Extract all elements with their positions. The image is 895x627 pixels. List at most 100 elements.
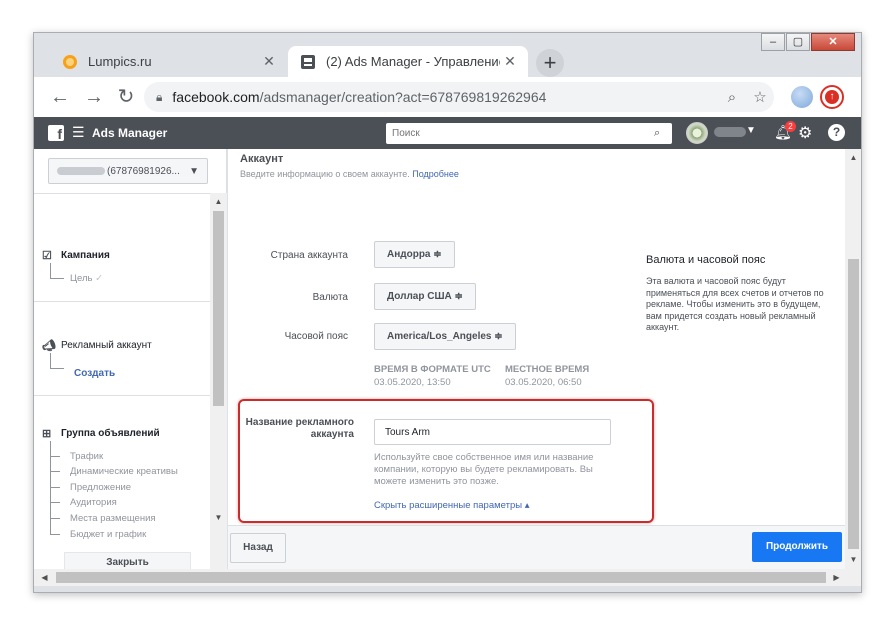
utc-time-value: 03.05.2020, 13:50 <box>374 377 451 388</box>
main-content: Аккаунт Введите информацию о своем аккау… <box>228 149 845 525</box>
sidebar-sub-dynamic-creative[interactable]: Динамические креативы <box>70 466 178 477</box>
tree-tick <box>50 502 60 503</box>
timezone-select[interactable]: America/Los_Angeles ≑ <box>374 323 516 350</box>
scroll-up-icon[interactable]: ▲ <box>845 151 861 165</box>
megaphone-icon: 📣︎ <box>42 340 56 352</box>
facebook-logo-icon[interactable]: f <box>48 125 64 142</box>
forward-arrow-icon[interactable]: → <box>82 85 106 109</box>
reload-icon[interactable]: ↻ <box>114 85 138 109</box>
new-tab-button[interactable]: + <box>536 49 564 77</box>
tree-tick <box>50 456 60 457</box>
close-window-button[interactable]: ✕ <box>811 33 855 51</box>
user-name-redacted[interactable] <box>714 127 746 137</box>
utc-time-label: ВРЕМЯ В ФОРМАТЕ UTC <box>374 364 491 375</box>
user-avatar[interactable] <box>686 122 708 144</box>
scroll-left-icon[interactable]: ◀ <box>36 569 53 586</box>
continue-button[interactable]: Продолжить <box>752 532 842 562</box>
url-text[interactable]: facebook.com/adsmanager/creation?act=678… <box>172 89 718 105</box>
profile-avatar[interactable] <box>791 86 813 108</box>
country-label: Страна аккаунта <box>270 250 348 261</box>
divider <box>34 193 210 194</box>
divider <box>34 301 210 302</box>
browser-window: Lumpics.ru ✕ (2) Ads Manager - Управлени… <box>33 32 862 593</box>
scrollbar-thumb[interactable] <box>56 572 826 583</box>
sidebar-sub-goal[interactable]: Цель ✓ <box>70 273 103 284</box>
window-controls: – ▢ ✕ <box>760 33 855 51</box>
checkbox-checked-icon: ☑ <box>42 250 52 262</box>
tree-tick <box>50 518 60 519</box>
tab-close-icon[interactable]: ✕ <box>259 53 279 70</box>
chevron-down-icon[interactable]: ▼ <box>746 125 756 136</box>
app-title: Ads Manager <box>92 126 168 140</box>
header-search: ⌕ <box>386 123 672 144</box>
chevron-down-icon: ▼ <box>189 165 199 177</box>
local-time-value: 03.05.2020, 06:50 <box>505 377 582 388</box>
sidebar-item-ad-account[interactable]: 📣︎ Рекламный аккаунт <box>42 339 152 353</box>
tab-close-icon[interactable]: ✕ <box>500 53 520 70</box>
gear-icon[interactable]: ⚙ <box>798 123 812 143</box>
footer-bar: Назад Продолжить <box>228 525 845 569</box>
scrollbar-corner <box>845 569 861 586</box>
tab-lumpics[interactable]: Lumpics.ru ✕ <box>50 46 287 77</box>
learn-more-link[interactable]: Подробнее <box>412 169 459 179</box>
lock-icon: 🔒︎ <box>156 89 163 104</box>
currency-select[interactable]: Доллар США ≑ <box>374 283 476 310</box>
sidebar-sub-traffic[interactable]: Трафик <box>70 451 103 462</box>
currency-timezone-text: Эта валюта и часовой пояс будут применят… <box>646 276 824 332</box>
sidebar-scrollbar[interactable]: ▲ ▼ <box>210 193 227 569</box>
main-scrollbar[interactable]: ▲ ▼ <box>845 149 861 569</box>
help-icon[interactable]: ? <box>828 124 845 141</box>
back-button[interactable]: Назад <box>230 533 286 563</box>
tree-tick <box>50 487 60 488</box>
hide-advanced-link[interactable]: Скрыть расширенные параметры ▴ <box>374 500 530 511</box>
extension-icon[interactable]: ↑ <box>820 85 844 109</box>
currency-label: Валюта <box>312 292 348 303</box>
divider <box>34 395 210 396</box>
country-select[interactable]: Андорра ≑ <box>374 241 455 268</box>
scrollbar-thumb[interactable] <box>213 211 224 406</box>
account-name-input[interactable] <box>374 419 611 445</box>
timezone-label: Часовой пояс <box>284 331 348 342</box>
browser-toolbar: ← → ↻ 🔒︎ facebook.com/adsmanager/creatio… <box>34 77 861 117</box>
sidebar-item-ad-set[interactable]: ⊞ Группа объявлений <box>42 427 160 441</box>
scroll-down-icon[interactable]: ▼ <box>845 553 861 567</box>
ads-manager-header: f ☰ Ads Manager ⌕ ▼ 🔔︎ 2 ⚙ ? <box>34 117 861 149</box>
account-id: (67876981926... <box>107 165 180 177</box>
search-input[interactable] <box>386 128 654 139</box>
sidebar-sub-create[interactable]: Создать <box>74 368 115 379</box>
tree-line <box>50 353 64 369</box>
grid-icon: ⊞ <box>42 428 52 440</box>
sidebar-sub-budget[interactable]: Бюджет и график <box>70 529 146 540</box>
sidebar-sub-offer[interactable]: Предложение <box>70 482 131 493</box>
tab-strip: Lumpics.ru ✕ (2) Ads Manager - Управлени… <box>34 33 861 77</box>
scroll-down-icon[interactable]: ▼ <box>210 511 227 525</box>
account-selector[interactable]: (67876981926... ▼ <box>48 158 208 184</box>
document-favicon-icon <box>301 54 315 69</box>
sidebar-sub-placements[interactable]: Места размещения <box>70 513 156 524</box>
minimize-button[interactable]: – <box>761 33 785 51</box>
back-arrow-icon[interactable]: ← <box>48 85 72 109</box>
tree-line <box>50 263 64 279</box>
sidebar-sub-audience[interactable]: Аудитория <box>70 497 117 508</box>
account-name-redacted <box>57 167 105 175</box>
section-subtitle: Введите информацию о своем аккаунте. Под… <box>240 169 459 179</box>
maximize-button[interactable]: ▢ <box>786 33 810 51</box>
section-title: Аккаунт <box>240 153 284 165</box>
horizontal-scrollbar[interactable]: ◀ ▶ <box>34 569 845 586</box>
tab-ads-manager[interactable]: (2) Ads Manager - Управление р ✕ <box>288 46 528 77</box>
local-time-label: МЕСТНОЕ ВРЕМЯ <box>505 364 590 375</box>
zoom-icon[interactable]: ⌕ <box>718 89 746 106</box>
sidebar-item-campaign[interactable]: ☑ Кампания <box>42 249 110 263</box>
address-bar[interactable]: 🔒︎ facebook.com/adsmanager/creation?act=… <box>144 82 774 112</box>
search-icon[interactable]: ⌕ <box>654 127 672 140</box>
bookmark-star-icon[interactable]: ☆ <box>746 88 774 106</box>
notification-badge: 2 <box>785 121 796 132</box>
menu-icon[interactable]: ☰ <box>72 124 85 141</box>
scrollbar-thumb[interactable] <box>848 259 859 549</box>
scroll-up-icon[interactable]: ▲ <box>210 195 227 209</box>
account-name-hint: Используйте свое собственное имя или наз… <box>374 452 594 487</box>
orange-favicon-icon <box>63 54 77 69</box>
scroll-right-icon[interactable]: ▶ <box>828 569 845 586</box>
sidebar: (67876981926... ▼ ☑ Кампания Цель ✓ 📣︎ Р… <box>34 149 227 574</box>
check-icon: ✓ <box>95 273 104 284</box>
